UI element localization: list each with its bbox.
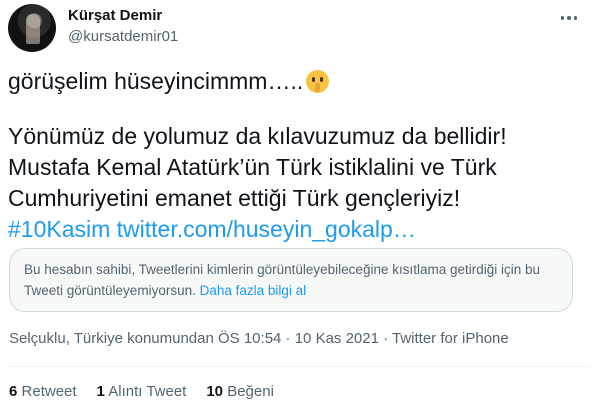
retweets-label: Retweet (21, 383, 77, 400)
more-options-icon[interactable] (557, 8, 581, 28)
tweet-line-5: #10Kasim twitter.com/huseyin_gokalp… (8, 214, 588, 245)
tweet-text: görüşelim hüseyincimmm….. Yönümüz de yol… (8, 66, 588, 245)
likes-label: Beğeni (227, 383, 274, 400)
quote-tweets-stat[interactable]: 1 Alıntı Tweet (97, 383, 187, 400)
learn-more-link[interactable]: Daha fazla bilgi al (200, 283, 307, 298)
shushing-face-icon (306, 70, 330, 93)
quoted-tweet-unavailable-notice: Bu hesabın sahibi, Tweetlerini kimlerin … (9, 248, 573, 312)
tweet-line-1: görüşelim hüseyincimmm….. (8, 66, 588, 97)
tweet-meta[interactable]: Selçuklu, Türkiye konumundan ÖS 10:54 · … (9, 330, 509, 347)
likes-count: 10 (206, 383, 224, 400)
retweets-count: 6 (9, 383, 18, 400)
tweet-line-3: Mustafa Kemal Atatürk’ün Türk istiklalin… (8, 154, 497, 180)
quotes-label: Alıntı Tweet (108, 383, 187, 400)
tweet-stats: 6 Retweet 1 Alıntı Tweet 10 Beğeni (9, 383, 274, 400)
likes-stat[interactable]: 10 Beğeni (206, 383, 274, 400)
avatar[interactable] (8, 4, 56, 52)
tweet-line-1-text: görüşelim hüseyincimmm….. (8, 68, 304, 94)
retweets-stat[interactable]: 6 Retweet (9, 383, 77, 400)
hashtag-link[interactable]: #10Kasim (8, 216, 110, 242)
avatar-figure (26, 14, 40, 44)
user-handle[interactable]: @kursatdemir01 (68, 28, 178, 45)
divider (9, 366, 589, 367)
tweet-line-4: Cumhuriyetini emanet ettiği Türk gençler… (8, 185, 461, 211)
user-name[interactable]: Kürşat Demir (68, 7, 162, 24)
url-link[interactable]: twitter.com/huseyin_gokalp… (117, 216, 416, 242)
tweet-line-2: Yönümüz de yolumuz da kılavuzumuz da bel… (8, 123, 507, 149)
quotes-count: 1 (96, 383, 105, 400)
